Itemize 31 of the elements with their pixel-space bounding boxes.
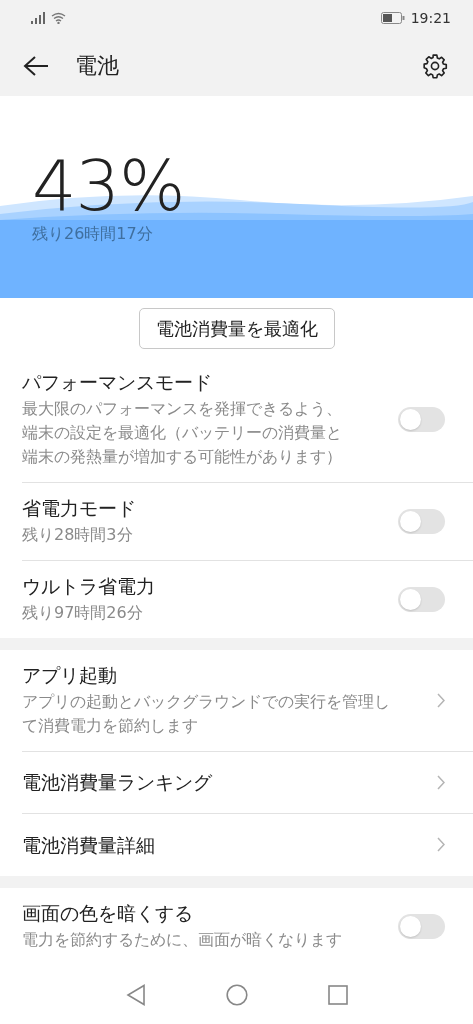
remaining-time: 残り26時間17分 <box>32 224 153 245</box>
battery-icon <box>380 11 405 24</box>
wifi-icon <box>51 11 66 24</box>
battery-percentage: 43% <box>32 148 185 224</box>
setting-title: 電池消費量詳細 <box>22 832 155 858</box>
setting-title: 省電力モード <box>22 496 136 521</box>
home-nav-button[interactable] <box>225 984 248 1006</box>
back-nav-button[interactable] <box>125 984 146 1006</box>
setting-title: パフォーマンスモード <box>22 370 212 395</box>
toggle-switch[interactable] <box>398 406 445 432</box>
toggle-switch[interactable] <box>398 508 445 534</box>
chevron-icon <box>437 692 445 708</box>
screen-title: 電池 <box>75 51 120 80</box>
clock: 19:21 <box>410 9 451 26</box>
setting-description: 残り28時間3分 <box>22 524 133 546</box>
setting-title: 電池消費量ランキング <box>22 770 212 795</box>
setting-title: アプリ起動 <box>22 663 117 688</box>
settings-button[interactable] <box>421 51 449 80</box>
optimize-button[interactable]: 電池消費量を最適化 <box>138 308 335 349</box>
recents-nav-button[interactable] <box>327 985 348 1005</box>
setting-title: 画面の色を暗くする <box>22 901 193 926</box>
setting-description: 最大限のパフォーマンスを発揮できるよう、端末の設定を最適化（バッテリーの消費量と端末の発熱量が増加する可能性があります） <box>22 398 343 468</box>
toggle-switch[interactable] <box>398 586 445 612</box>
toggle-switch[interactable] <box>398 913 445 939</box>
setting-description: アプリの起動とバックグラウンドでの実行を管理して消費電力を節約します <box>22 691 391 737</box>
setting-description: 残り97時間26分 <box>22 602 143 624</box>
setting-title: ウルトラ省電力 <box>22 574 155 599</box>
setting-description: 電力を節約するために、画面が暗くなります <box>22 929 342 951</box>
chevron-icon <box>437 837 445 852</box>
signal-icon <box>31 11 45 24</box>
chevron-icon <box>437 774 445 790</box>
